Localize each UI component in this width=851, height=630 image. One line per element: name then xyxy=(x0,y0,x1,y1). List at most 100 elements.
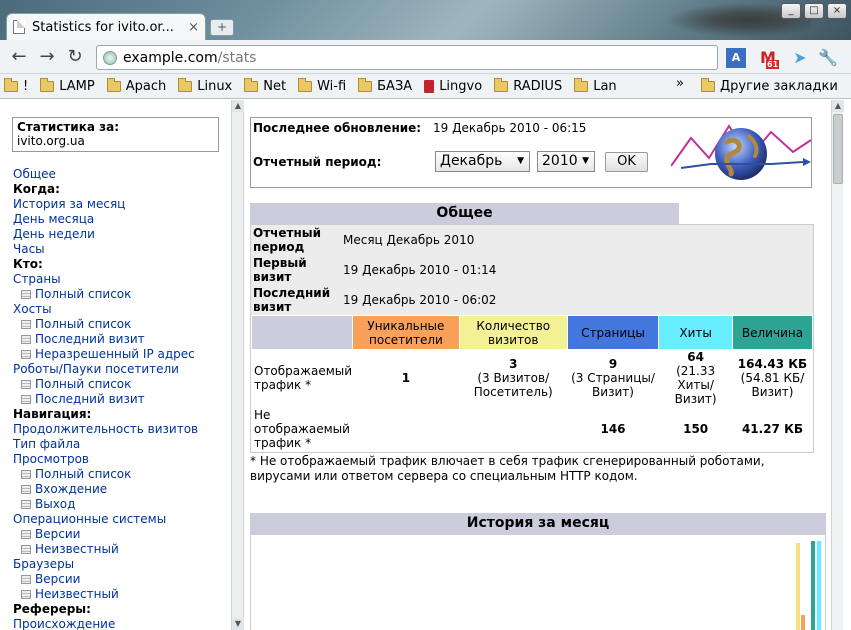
bookmark-linux[interactable]: Linux xyxy=(178,77,232,94)
sidebar-item[interactable]: Неразрешенный IP адрес xyxy=(13,347,233,362)
scroll-thumb[interactable] xyxy=(833,114,843,184)
sidebar-link[interactable]: Роботы/Пауки посетители xyxy=(13,362,179,376)
year-select[interactable]: 2010 ▼ xyxy=(537,151,595,172)
sidebar-item[interactable]: Тип файла xyxy=(13,437,233,452)
folder-icon xyxy=(358,77,373,92)
sidebar-item[interactable]: Версии xyxy=(13,527,233,542)
month-select[interactable]: Декабрь ▼ xyxy=(435,151,530,172)
bird-extension-icon[interactable]: ➤ xyxy=(790,48,810,68)
sidebar-link[interactable]: Продолжительность визитов xyxy=(13,422,198,436)
back-icon[interactable]: ← xyxy=(8,47,30,67)
bookmark-net[interactable]: Net xyxy=(244,77,286,94)
sidebar-link[interactable]: Происхождение xyxy=(13,617,115,630)
sidebar-link[interactable]: История за месяц xyxy=(13,197,125,211)
sidebar-link[interactable]: Общее xyxy=(13,167,56,181)
url-path: /stats xyxy=(217,49,257,66)
sidebar-link[interactable]: Страны xyxy=(13,272,61,286)
frame-resize-handle[interactable] xyxy=(233,340,243,400)
sidebar-link[interactable]: Браузеры xyxy=(13,557,74,571)
tab-close-icon[interactable]: × xyxy=(188,20,199,35)
sidebar-item[interactable]: Страны xyxy=(13,272,233,287)
sidebar-link[interactable]: Неразрешенный IP адрес xyxy=(35,347,195,362)
sidebar-item[interactable]: Полный список xyxy=(13,317,233,332)
new-tab-button[interactable]: + xyxy=(210,19,234,36)
summary-box: Последнее обновление: 19 Декабрь 2010 - … xyxy=(250,117,812,188)
browser-tab[interactable]: Statistics for ivito.or... × xyxy=(6,13,206,40)
reload-icon[interactable]: ↻ xyxy=(64,47,86,67)
sidebar-item[interactable]: Полный список xyxy=(13,467,233,482)
sidebar-item[interactable]: Просмотров xyxy=(13,452,233,467)
sidebar-link[interactable]: Операционные системы xyxy=(13,512,166,526)
sidebar-item[interactable]: Происхождение xyxy=(13,617,233,630)
sidebar-link[interactable]: Хосты xyxy=(13,302,52,316)
sidebar-item[interactable]: Полный список xyxy=(13,287,233,302)
sidebar-link[interactable]: Полный список xyxy=(35,377,131,392)
scroll-up-arrow[interactable]: ▲ xyxy=(832,100,844,112)
table-corner xyxy=(250,315,354,350)
bookmark-wifi[interactable]: Wi-fi xyxy=(298,77,346,94)
sidebar-item[interactable]: Полный список xyxy=(13,377,233,392)
sidebar-link[interactable]: День месяца xyxy=(13,212,94,226)
sidebar-item[interactable]: Выход xyxy=(13,497,233,512)
bookmark-apach[interactable]: Apach xyxy=(106,77,166,94)
bookmark-lamp[interactable]: LAMP xyxy=(40,77,95,94)
sidebar-item[interactable]: Продолжительность визитов xyxy=(13,422,233,437)
maximize-button[interactable]: □ xyxy=(804,3,824,19)
sidebar-item[interactable]: Неизвестный xyxy=(13,587,233,602)
history-chart xyxy=(250,534,826,630)
sidebar-link[interactable]: Вхождение xyxy=(35,482,107,497)
last-visit-key: Последний визит xyxy=(253,286,331,314)
sidebar-item[interactable]: Неизвестный xyxy=(13,542,233,557)
main-scrollbar[interactable]: ▲ xyxy=(831,100,844,630)
forward-icon[interactable]: → xyxy=(36,47,58,67)
sidebar-item[interactable]: День месяца xyxy=(13,212,233,227)
ok-button[interactable]: OK xyxy=(605,152,648,172)
gmail-icon[interactable]: M 61 xyxy=(758,48,780,69)
sidebar-link[interactable]: Последний визит xyxy=(35,332,145,347)
bookmark-lingvo[interactable]: Lingvo xyxy=(424,79,482,94)
bookmark-exclaim[interactable]: ! xyxy=(4,77,28,94)
sidebar-item[interactable]: Часы xyxy=(13,242,233,257)
sidebar-link[interactable]: Неизвестный xyxy=(35,542,119,557)
frame-scrollbar[interactable]: ▲ ▼ xyxy=(231,100,244,630)
sidebar-link[interactable]: Просмотров xyxy=(13,452,89,466)
sidebar-item[interactable]: Версии xyxy=(13,572,233,587)
wrench-icon[interactable]: 🔧 xyxy=(818,48,838,68)
sidebar-link[interactable]: Полный список xyxy=(35,287,131,302)
sidebar-item[interactable]: История за месяц xyxy=(13,197,233,212)
close-window-button[interactable]: × xyxy=(827,3,847,19)
sidebar-link[interactable]: Версии xyxy=(35,572,80,587)
sidebar-item[interactable]: Вхождение xyxy=(13,482,233,497)
col-visits: Количество визитов xyxy=(458,315,568,350)
sidebar-item[interactable]: Роботы/Пауки посетители xyxy=(13,362,233,377)
sidebar-link[interactable]: Выход xyxy=(35,497,75,512)
bookmark-radius[interactable]: RADIUS xyxy=(494,77,562,94)
sidebar-link[interactable]: Неизвестный xyxy=(35,587,119,602)
sidebar-link[interactable]: День недели xyxy=(13,227,95,241)
url-host: example.com xyxy=(123,49,218,66)
minimize-button[interactable]: _ xyxy=(781,3,801,19)
sidebar-link[interactable]: Версии xyxy=(35,527,80,542)
sidebar-item[interactable]: Общее xyxy=(13,167,233,182)
bookmark-baza[interactable]: БАЗА xyxy=(358,77,412,94)
scroll-down-arrow[interactable]: ▼ xyxy=(232,618,244,630)
sidebar-link[interactable]: Полный список xyxy=(35,467,131,482)
table-row-notshown: Не отображаемый трафик * 146 150 41.27 К… xyxy=(250,406,814,452)
address-bar[interactable]: example.com/stats xyxy=(96,45,718,70)
sidebar-link[interactable]: Тип файла xyxy=(13,437,80,451)
bookmark-lan[interactable]: Lan xyxy=(574,77,617,94)
translate-icon[interactable]: A xyxy=(726,48,746,68)
scroll-up-arrow[interactable]: ▲ xyxy=(232,100,244,112)
sidebar-item[interactable]: Последний визит xyxy=(13,392,233,407)
sidebar-link[interactable]: Полный список xyxy=(35,317,131,332)
sidebar-item[interactable]: Браузеры xyxy=(13,557,233,572)
sidebar-item[interactable]: Последний визит xyxy=(13,332,233,347)
other-bookmarks[interactable]: Другие закладки xyxy=(701,74,838,99)
window-titlebar: Statistics for ivito.or... × + _ □ × xyxy=(0,0,851,40)
sidebar-item[interactable]: Хосты xyxy=(13,302,233,317)
bookmarks-overflow-button[interactable]: » xyxy=(676,76,684,91)
sidebar-item[interactable]: День недели xyxy=(13,227,233,242)
sidebar-link[interactable]: Часы xyxy=(13,242,45,256)
sidebar-link[interactable]: Последний визит xyxy=(35,392,145,407)
sidebar-item[interactable]: Операционные системы xyxy=(13,512,233,527)
